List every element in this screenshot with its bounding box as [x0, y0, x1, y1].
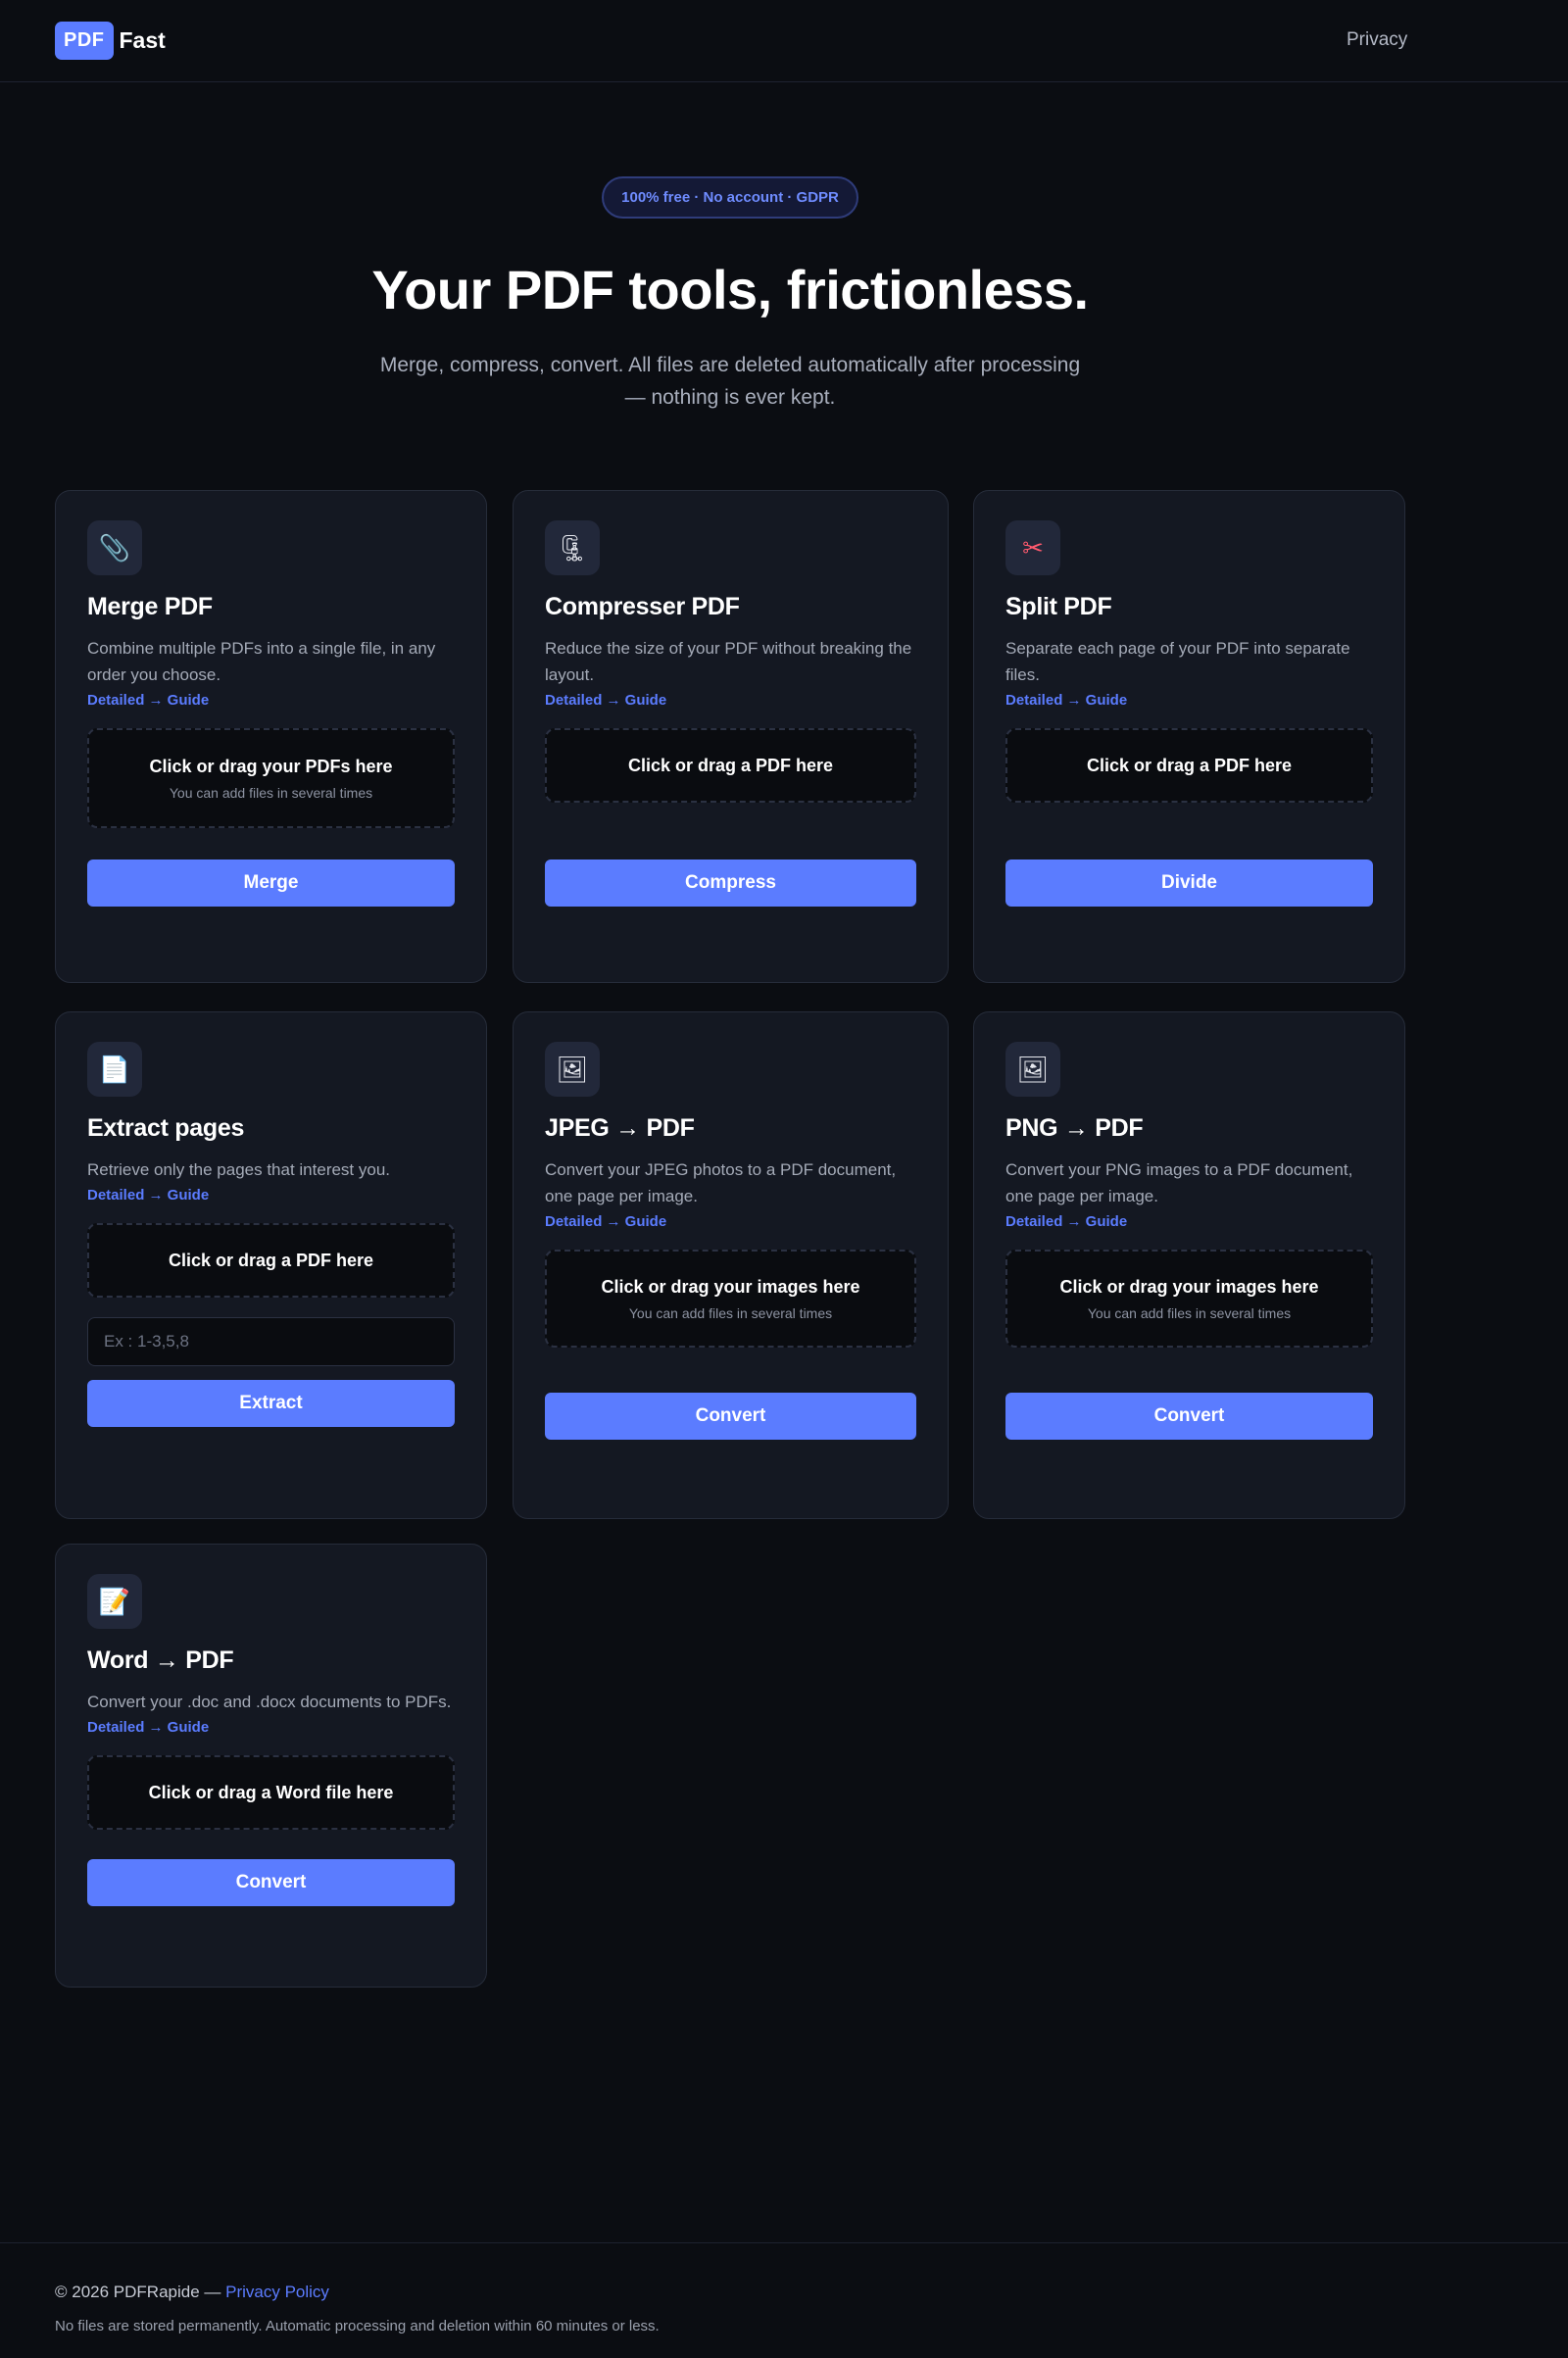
- pages-range-input[interactable]: [87, 1317, 455, 1366]
- image-drop-zone[interactable]: Click or drag your images here You can a…: [545, 1250, 916, 1348]
- drop-zone-hint: You can add files in several times: [1087, 1304, 1292, 1321]
- drop-zone-label: Click or drag your images here: [1059, 1276, 1319, 1297]
- logo-badge: PDF: [55, 22, 114, 60]
- guide-link[interactable]: Detailed → Guide: [87, 692, 455, 709]
- footer: © 2026 PDFRapide — Privacy Policy No fil…: [0, 2242, 1568, 2358]
- card-title: Merge PDF: [87, 593, 213, 620]
- card-png-to-pdf: 🖼 PNG → PDF Convert your PNG images to a…: [973, 1011, 1405, 1519]
- pdf-drop-zone[interactable]: Click or drag a PDF here: [1005, 728, 1373, 803]
- card-description: Separate each page of your PDF into sepa…: [1005, 639, 1350, 684]
- top-bar: PDF Fast Privacy: [0, 0, 1568, 82]
- convert-word-button[interactable]: Convert: [87, 1859, 455, 1906]
- pdf-drop-zone[interactable]: Click or drag your PDFs here You can add…: [87, 728, 455, 828]
- document-icon: 📄: [87, 1042, 142, 1097]
- card-merge-pdf: 📎 Merge PDF Combine multiple PDFs into a…: [55, 490, 487, 983]
- image-icon: 🖼: [545, 1042, 600, 1097]
- card-description: Convert your PNG images to a PDF documen…: [1005, 1160, 1353, 1205]
- card-jpeg-to-pdf: 🖼 JPEG → PDF Convert your JPEG photos to…: [513, 1011, 949, 1519]
- footer-copyright-line: © 2026 PDFRapide — Privacy Policy: [55, 2283, 1513, 2302]
- scissors-icon: ✂: [1005, 520, 1060, 575]
- nav-privacy-link[interactable]: Privacy: [1347, 29, 1407, 51]
- card-description: Reduce the size of your PDF without brea…: [545, 639, 912, 684]
- convert-jpeg-button[interactable]: Convert: [545, 1393, 916, 1440]
- convert-png-button[interactable]: Convert: [1005, 1393, 1373, 1440]
- guide-link[interactable]: Detailed → Guide: [87, 1187, 455, 1204]
- drop-zone-label: Click or drag a Word file here: [148, 1782, 394, 1802]
- image-icon: 🖼: [1005, 1042, 1060, 1097]
- drop-zone-label: Click or drag your images here: [601, 1276, 860, 1297]
- card-split-pdf: ✂ Split PDF Separate each page of your P…: [973, 490, 1405, 983]
- hero: 100% free · No account · GDPR Your PDF t…: [0, 176, 1460, 414]
- drop-zone-hint: You can add files in several times: [169, 784, 373, 801]
- drop-zone-label: Click or drag your PDFs here: [149, 756, 393, 776]
- card-title: JPEG → PDF: [545, 1114, 695, 1142]
- card-extract-pages: 📄 Extract pages Retrieve only the pages …: [55, 1011, 487, 1519]
- extract-button[interactable]: Extract: [87, 1380, 455, 1427]
- merge-button[interactable]: Merge: [87, 860, 455, 907]
- clamp-icon: 🗜: [545, 520, 600, 575]
- footer-copyright: © 2026 PDFRapide —: [55, 2283, 226, 2301]
- card-title: Extract pages: [87, 1114, 245, 1142]
- card-description: Combine multiple PDFs into a single file…: [87, 639, 436, 684]
- guide-link[interactable]: Detailed → Guide: [87, 1719, 455, 1736]
- drop-zone-label: Click or drag a PDF here: [627, 755, 834, 775]
- drop-zone-hint: You can add files in several times: [628, 1304, 833, 1321]
- logo-text: Fast: [119, 27, 166, 53]
- guide-link[interactable]: Detailed → Guide: [545, 1213, 916, 1230]
- guide-link[interactable]: Detailed → Guide: [1005, 1213, 1373, 1230]
- image-drop-zone[interactable]: Click or drag your images here You can a…: [1005, 1250, 1373, 1348]
- footer-privacy-link[interactable]: Privacy Policy: [225, 2283, 329, 2301]
- word-drop-zone[interactable]: Click or drag a Word file here: [87, 1755, 455, 1830]
- card-title: Compresser PDF: [545, 593, 740, 620]
- features-pill: 100% free · No account · GDPR: [602, 176, 858, 219]
- logo[interactable]: PDF Fast: [55, 22, 166, 60]
- card-compress-pdf: 🗜 Compresser PDF Reduce the size of your…: [513, 490, 949, 983]
- paperclip-icon: 📎: [87, 520, 142, 575]
- card-title: Word → PDF: [87, 1646, 234, 1674]
- page-subtitle: Merge, compress, convert. All files are …: [379, 354, 1081, 409]
- compress-button[interactable]: Compress: [545, 860, 916, 907]
- footer-note: No files are stored permanently. Automat…: [55, 2318, 660, 2334]
- divide-button[interactable]: Divide: [1005, 860, 1373, 907]
- card-word-to-pdf: 📝 Word → PDF Convert your .doc and .docx…: [55, 1544, 487, 1988]
- card-description: Convert your JPEG photos to a PDF docume…: [545, 1160, 897, 1205]
- pdf-drop-zone[interactable]: Click or drag a PDF here: [87, 1223, 455, 1298]
- card-title: Split PDF: [1005, 593, 1112, 620]
- card-title: PNG → PDF: [1005, 1114, 1144, 1142]
- memo-icon: 📝: [87, 1574, 142, 1629]
- guide-link[interactable]: Detailed → Guide: [545, 692, 916, 709]
- card-description: Convert your .doc and .docx documents to…: [87, 1693, 452, 1711]
- pdf-drop-zone[interactable]: Click or drag a PDF here: [545, 728, 916, 803]
- drop-zone-label: Click or drag a PDF here: [168, 1250, 374, 1270]
- page-title: Your PDF tools, frictionless.: [371, 259, 1089, 320]
- card-description: Retrieve only the pages that interest yo…: [87, 1160, 391, 1179]
- guide-link[interactable]: Detailed → Guide: [1005, 692, 1373, 709]
- drop-zone-label: Click or drag a PDF here: [1086, 755, 1293, 775]
